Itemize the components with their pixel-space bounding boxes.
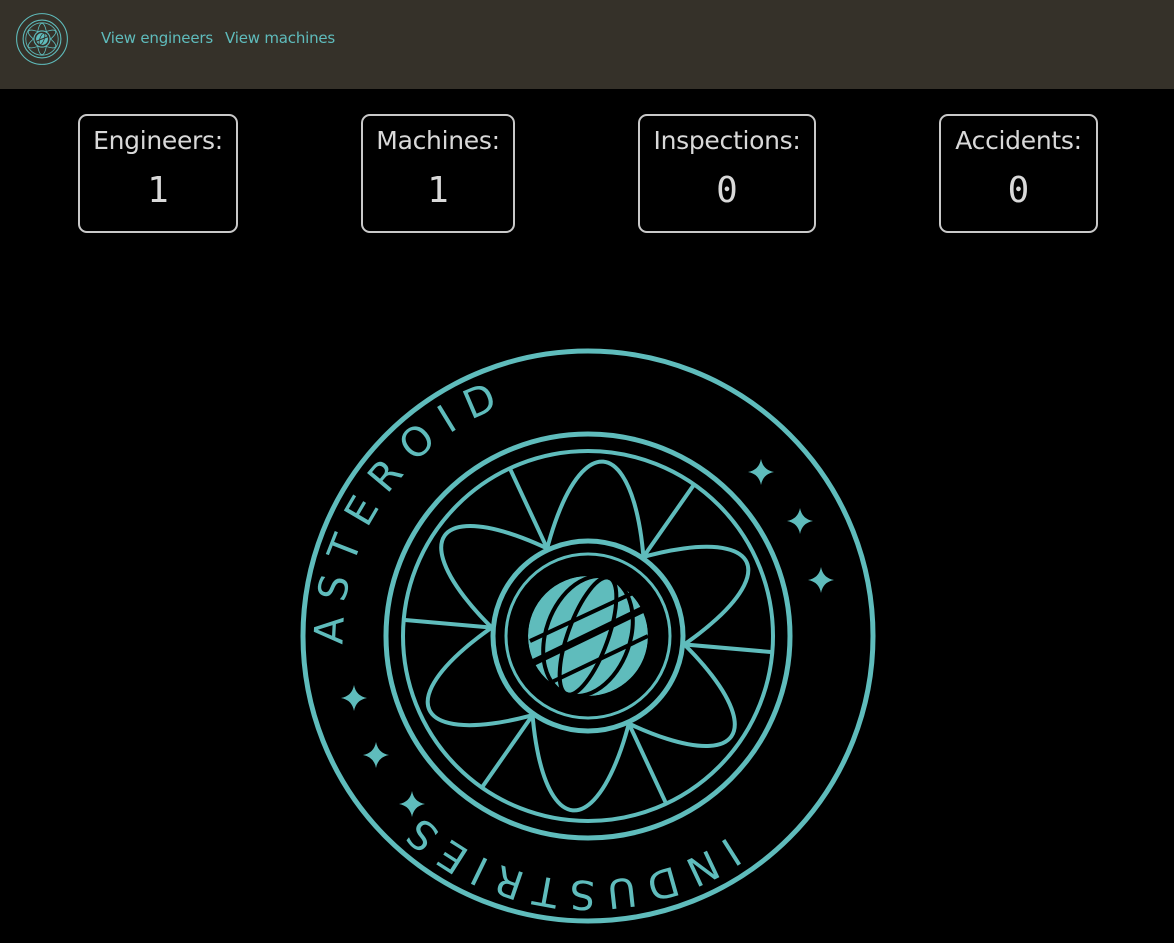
accidents-stat-value: 0 [1007,170,1030,211]
view-engineers-link[interactable]: View engineers [101,29,213,47]
engineers-stat-card: Engineers: 1 [78,114,238,233]
accidents-stat-card: Accidents: 0 [939,114,1098,233]
engineers-stat-value: 1 [147,170,169,211]
inspections-stat-value: 0 [716,170,738,211]
inspections-stat-label: Inspections: [653,126,801,155]
machines-stat-card: Machines: 1 [361,114,515,233]
accidents-stat-label: Accidents: [955,126,1082,155]
view-machines-link[interactable]: View machines [225,29,335,47]
asteroid-logo-icon[interactable] [15,12,69,66]
engineers-stat-label: Engineers: [93,126,223,155]
asteroid-industries-emblem: INDUSTRIES ASTEROID [294,342,876,930]
top-navbar: View engineers View machines [0,0,1174,89]
machines-stat-value: 1 [427,170,449,211]
inspections-stat-card: Inspections: 0 [638,114,816,233]
machines-stat-label: Machines: [376,126,500,155]
